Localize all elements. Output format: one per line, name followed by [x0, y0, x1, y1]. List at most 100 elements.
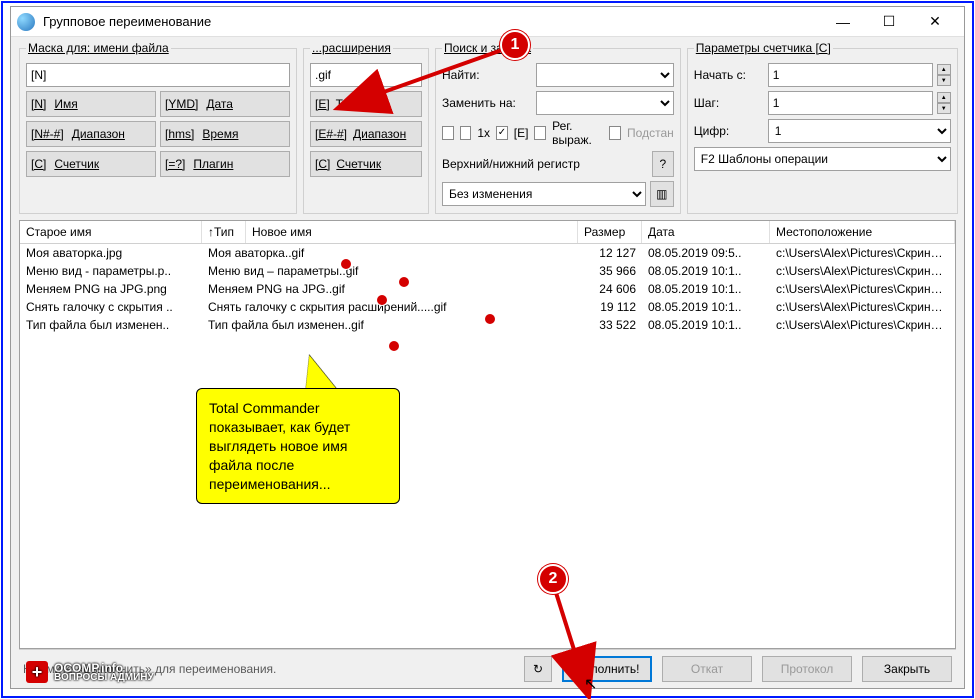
cell-size: 19 112	[578, 299, 642, 315]
cell-date: 08.05.2019 10:1..	[642, 317, 770, 333]
start-label: Начать с:	[694, 68, 764, 82]
cell-old: Снять галочку с скрытия ..	[20, 299, 202, 315]
mask-btn-counter[interactable]: [C]Счетчик	[26, 151, 156, 177]
digits-label: Цифр:	[694, 124, 764, 138]
annotation-dot	[484, 313, 496, 325]
cell-size: 35 966	[578, 263, 642, 279]
mask-input[interactable]	[26, 63, 290, 87]
cell-date: 08.05.2019 10:1..	[642, 299, 770, 315]
annotation-dot	[398, 276, 410, 288]
watermark: + OCOMP.info ВОПРОСЫ АДМИНУ	[26, 661, 154, 683]
cell-loc: c:\Users\Alex\Pictures\Скриншоты\	[770, 317, 955, 333]
cell-new: Меняем PNG на JPG..gif	[202, 281, 578, 297]
case-label: Верхний/нижний регистр	[442, 157, 580, 171]
mask-btn-plugin[interactable]: [=?]Плагин	[160, 151, 290, 177]
cell-new: Снять галочку с скрытия расширений.....g…	[202, 299, 578, 315]
cell-loc: c:\Users\Alex\Pictures\Скриншоты\	[770, 263, 955, 279]
app-icon	[17, 13, 35, 31]
annotation-dot	[340, 258, 352, 270]
chk-regex[interactable]	[534, 126, 546, 140]
replace-label: Заменить на:	[442, 96, 532, 110]
cell-date: 08.05.2019 10:1..	[642, 281, 770, 297]
mask-btn-ymd[interactable]: [YMD]Дата	[160, 91, 290, 117]
cell-loc: c:\Users\Alex\Pictures\Скриншоты\	[770, 281, 955, 297]
step-input[interactable]	[768, 91, 933, 115]
step-label: Шаг:	[694, 96, 764, 110]
counter-group: Параметры счетчика [C] Начать с: ▲▼ Шаг:…	[687, 41, 958, 214]
cell-old: Моя аваторка.jpg	[20, 245, 202, 261]
cell-size: 24 606	[578, 281, 642, 297]
window: Групповое переименование — ☐ ✕ Маска для…	[10, 6, 965, 689]
th-type[interactable]: ↑Тип	[202, 221, 246, 243]
counter-legend: Параметры счетчика [C]	[694, 41, 833, 55]
plus-icon: +	[26, 661, 48, 683]
mask-btn-name[interactable]: [N]Имя	[26, 91, 156, 117]
edit-button[interactable]: ▥	[650, 181, 674, 207]
annotation-badge-1: 1	[500, 30, 530, 60]
cell-old: Тип файла был изменен..	[20, 317, 202, 333]
reload-button[interactable]: ↻	[524, 656, 552, 682]
window-title: Групповое переименование	[43, 14, 820, 29]
mask-btn-hms[interactable]: [hms]Время	[160, 121, 290, 147]
th-size[interactable]: Размер	[578, 221, 642, 243]
replace-input[interactable]	[536, 91, 674, 115]
cell-loc: c:\Users\Alex\Pictures\Скриншоты\	[770, 299, 955, 315]
cell-size: 12 127	[578, 245, 642, 261]
mask-btn-range[interactable]: [N#-#]Диапазон	[26, 121, 156, 147]
maximize-button[interactable]: ☐	[866, 8, 912, 36]
chk-1x[interactable]	[460, 126, 472, 140]
cell-new: Тип файла был изменен..gif	[202, 317, 578, 333]
ext-legend: ...расширения	[310, 41, 393, 55]
table-header: Старое имя ↑Тип Новое имя Размер Дата Ме…	[20, 221, 955, 244]
cell-date: 08.05.2019 10:1..	[642, 263, 770, 279]
annotation-callout: Total Commander показывает, как будет вы…	[196, 388, 400, 504]
help-button[interactable]: ?	[652, 151, 674, 177]
ext-btn-counter[interactable]: [C]Счетчик	[310, 151, 422, 177]
digits-select[interactable]: 1	[768, 119, 951, 143]
chk-unknown1[interactable]	[442, 126, 454, 140]
cell-old: Меняем PNG на JPG.png	[20, 281, 202, 297]
ext-btn-range[interactable]: [E#-#]Диапазон	[310, 121, 422, 147]
templates-select[interactable]: F2 Шаблоны операции	[694, 147, 951, 171]
find-label: Найти:	[442, 68, 532, 82]
ext-input[interactable]	[310, 63, 422, 87]
th-old[interactable]: Старое имя	[20, 221, 202, 243]
chk-e[interactable]: ✓	[496, 126, 508, 140]
undo-button[interactable]: Откат	[662, 656, 752, 682]
cell-old: Меню вид - параметры.p..	[20, 263, 202, 279]
start-input[interactable]	[768, 63, 933, 87]
cell-loc: c:\Users\Alex\Pictures\Скриншоты\	[770, 245, 955, 261]
table-row[interactable]: Меню вид - параметры.p..Меню вид – парам…	[20, 262, 955, 280]
ext-btn-type[interactable]: [E]Тип	[310, 91, 422, 117]
footer: Нажмите «Выполнить» для переименования. …	[19, 649, 956, 688]
execute-button[interactable]: Выполнить!	[562, 656, 652, 682]
protocol-button[interactable]: Протокол	[762, 656, 852, 682]
start-spin[interactable]: ▲▼	[937, 64, 951, 86]
mask-group: Маска для: имени файла [N]Имя [YMD]Дата …	[19, 41, 297, 214]
close-footer-button[interactable]: Закрыть	[862, 656, 952, 682]
annotation-dot	[388, 340, 400, 352]
preview-table: Старое имя ↑Тип Новое имя Размер Дата Ме…	[19, 220, 956, 649]
th-date[interactable]: Дата	[642, 221, 770, 243]
annotation-dot	[376, 294, 388, 306]
ext-group: ...расширения [E]Тип [E#-#]Диапазон [C]С…	[303, 41, 429, 214]
minimize-button[interactable]: —	[820, 8, 866, 36]
titlebar: Групповое переименование — ☐ ✕	[11, 7, 964, 37]
th-new[interactable]: Новое имя	[246, 221, 578, 243]
table-row[interactable]: Моя аваторка.jpgМоя аваторка..gif12 1270…	[20, 244, 955, 262]
find-input[interactable]	[536, 63, 674, 87]
cell-date: 08.05.2019 09:5..	[642, 245, 770, 261]
cell-size: 33 522	[578, 317, 642, 333]
annotation-badge-2: 2	[538, 564, 568, 594]
table-row[interactable]: Меняем PNG на JPG.pngМеняем PNG на JPG..…	[20, 280, 955, 298]
cell-new: Меню вид – параметры..gif	[202, 263, 578, 279]
th-loc[interactable]: Местоположение	[770, 221, 955, 243]
close-button[interactable]: ✕	[912, 8, 958, 36]
chk-subst[interactable]	[609, 126, 621, 140]
mask-legend: Маска для: имени файла	[26, 41, 171, 55]
cell-new: Моя аваторка..gif	[202, 245, 578, 261]
step-spin[interactable]: ▲▼	[937, 92, 951, 114]
case-select[interactable]: Без изменения	[442, 182, 646, 206]
cursor-icon: ↖	[584, 674, 597, 694]
search-group: Поиск и замена Найти: Заменить на: 1x ✓[…	[435, 41, 681, 214]
